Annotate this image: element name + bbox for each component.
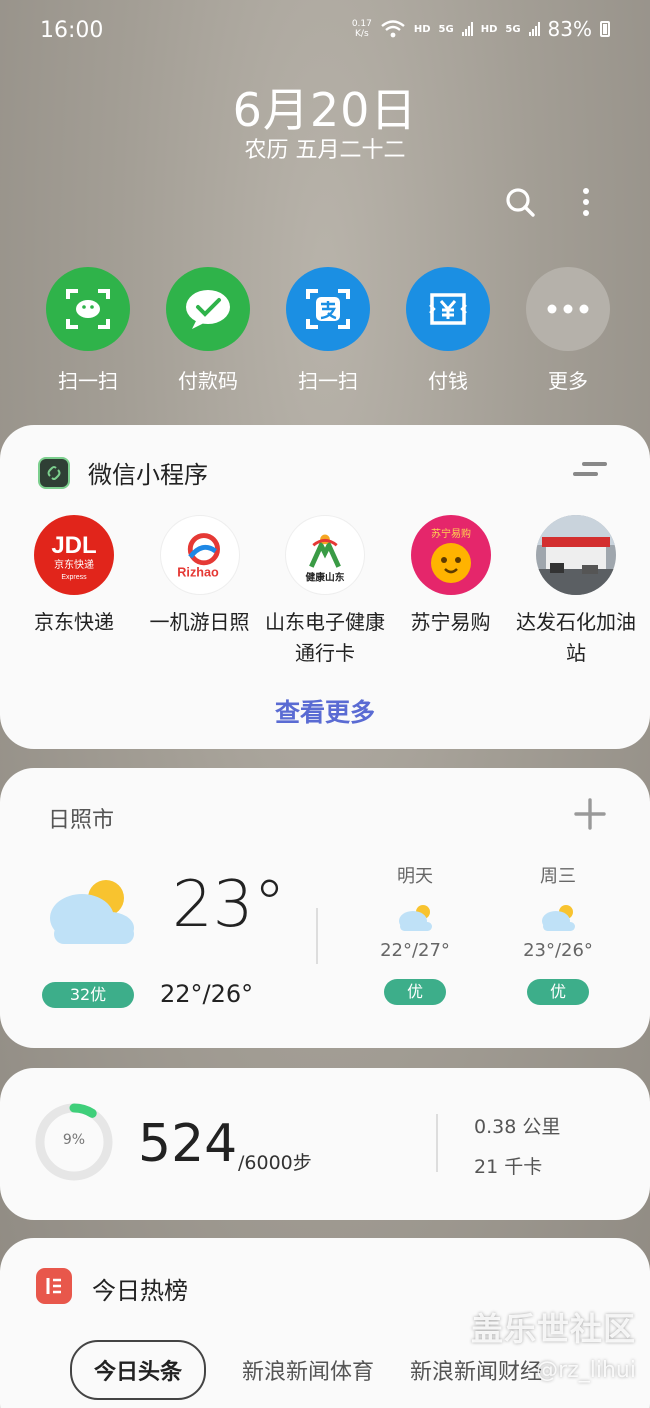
suning-logo-icon: 苏宁易购 [410, 515, 491, 595]
mini-app-label: 达发石化加油站 [516, 610, 636, 665]
drag-handle-icon[interactable] [572, 459, 608, 479]
jdl-logo-text: JDL [51, 532, 96, 559]
mini-program-logo-icon [38, 456, 70, 489]
net-speed-unit: K/s [355, 29, 369, 39]
rizhao-logo-icon: Rizhao [159, 515, 240, 595]
watermark-brand: 盖乐世社区 [470, 1310, 636, 1348]
tab-sina-sports[interactable]: 新浪新闻体育 [242, 1354, 374, 1386]
mini-app-label: 山东电子健康通行卡 [265, 610, 385, 665]
add-city-icon[interactable] [574, 798, 606, 830]
forecast-day: 周三 23°/26° 优 [498, 862, 618, 1005]
mini-app-label: 一机游日照 [149, 610, 250, 634]
signal-icon-1 [461, 22, 473, 36]
partly-cloudy-icon [399, 905, 432, 931]
hot-list-icon [36, 1268, 72, 1304]
battery-percent: 83% [547, 17, 592, 41]
steps-card[interactable]: 9% 524 /6000步 0.38 公里 21 千卡 [0, 1068, 650, 1220]
alipay-scan-icon [286, 267, 370, 351]
more-options-icon[interactable] [570, 186, 602, 218]
mini-programs-header: 微信小程序 [38, 455, 208, 490]
quick-action-wechat-pay[interactable]: 付款码 [148, 267, 268, 394]
health-shandong-logo-icon: 健康山东 [285, 515, 365, 595]
hot-list-title: 今日热榜 [92, 1277, 188, 1305]
steps-divider [436, 1114, 438, 1172]
tab-toutiao[interactable]: 今日头条 [70, 1340, 207, 1400]
status-bar: 16:00 0.17 K/s HD 5G HD 5G 83% [0, 0, 650, 62]
hd-badge-2: HD [480, 23, 498, 35]
steps-goal: /6000步 [238, 1152, 312, 1174]
jdl-logo-icon: JDL 京东快递 Express [34, 515, 114, 595]
quick-action-label: 付款码 [178, 369, 238, 393]
alipay-pay-icon [406, 267, 490, 351]
status-icons: 0.17 K/s HD 5G HD 5G 83% [352, 17, 610, 41]
health-logo-text: 健康山东 [306, 570, 345, 583]
weather-divider [316, 908, 318, 964]
steps-percent: 9% [62, 1132, 86, 1148]
see-more-link[interactable]: 查看更多 [0, 693, 650, 729]
mini-app-list: JDL 京东快递 Express 京东快递 Rizhao 一机游日照 健康山东 山东… [14, 515, 636, 669]
battery-icon [600, 21, 610, 37]
net-speed: 0.17 K/s [352, 19, 372, 39]
jdl-logo-sub2: Express [61, 574, 87, 581]
quick-action-alipay-scan[interactable]: 扫一扫 [268, 267, 388, 394]
signal-icon-2 [528, 22, 540, 36]
jdl-logo-sub: 京东快递 [54, 558, 94, 571]
quick-action-more[interactable]: 更多 [508, 267, 628, 394]
wechat-scan-icon [46, 267, 130, 351]
forecast-day: 明天 22°/27° 优 [355, 862, 475, 1005]
partly-cloudy-icon [50, 880, 134, 944]
gas-station-photo-icon [536, 515, 616, 595]
date-lunar: 农历 五月二十二 [244, 138, 406, 163]
quick-action-alipay-pay[interactable]: 付钱 [388, 267, 508, 394]
network-type-2: 5G [505, 23, 521, 35]
quick-action-label: 付钱 [428, 369, 468, 393]
wechat-pay-icon [166, 267, 250, 351]
mini-app-jdl[interactable]: JDL 京东快递 Express 京东快递 [14, 515, 134, 669]
today-temp-range: 22°/26° [160, 980, 254, 1008]
quick-actions: 扫一扫 付款码 扫一扫 付钱 更多 [28, 267, 628, 394]
hd-badge-1: HD [413, 23, 431, 35]
partly-cloudy-icon [542, 905, 575, 931]
watermark-user: @rz_lihui [536, 1358, 636, 1383]
quick-action-wechat-scan[interactable]: 扫一扫 [28, 267, 148, 394]
mini-app-health-card[interactable]: 健康山东 山东电子健康通行卡 [265, 515, 385, 669]
watermark: 盖乐世社区 @rz_lihui [471, 1304, 636, 1383]
mini-app-gas-station[interactable]: 达发石化加油站 [516, 515, 636, 669]
steps-calories: 21 千卡 [474, 1156, 543, 1178]
current-temperature: 23° [172, 868, 286, 942]
mini-app-label: 京东快递 [34, 610, 114, 634]
net-speed-value: 0.17 [351, 19, 372, 29]
mini-app-label: 苏宁易购 [410, 610, 491, 634]
mini-app-suning[interactable]: 苏宁易购 苏宁易购 [391, 515, 511, 669]
quick-action-label: 扫一扫 [298, 369, 358, 393]
network-type-1: 5G [438, 23, 454, 35]
forecast-range: 23°/26° [523, 940, 593, 961]
date-main: 6月20日 [232, 83, 418, 137]
suning-logo-text: 苏宁易购 [431, 527, 471, 540]
forecast-day-label: 明天 [397, 866, 433, 887]
steps-distance: 0.38 公里 [474, 1116, 561, 1138]
rizhao-logo-text: Rizhao [177, 565, 219, 579]
weather-city: 日照市 [48, 808, 115, 833]
mini-app-rizhao[interactable]: Rizhao 一机游日照 [140, 515, 260, 669]
mini-programs-card: 微信小程序 JDL 京东快递 Express 京东快递 Rizhao 一机游日照 健… [0, 425, 650, 749]
wifi-icon [381, 20, 405, 38]
more-icon [526, 267, 610, 351]
weather-card[interactable]: 日照市 23° 32优 22°/26° 明天 22°/27° 优 周三 23°/… [0, 768, 650, 1048]
steps-count: 524 [138, 1114, 238, 1174]
mini-programs-title: 微信小程序 [88, 461, 208, 489]
quick-action-label: 扫一扫 [58, 369, 118, 393]
status-time: 16:00 [40, 18, 104, 43]
forecast-quality-badge: 优 [527, 979, 589, 1005]
forecast-day-label: 周三 [540, 866, 576, 887]
forecast-quality-badge: 优 [384, 979, 446, 1005]
search-icon[interactable] [504, 186, 536, 218]
quick-action-label: 更多 [548, 369, 588, 393]
aqi-badge: 32优 [42, 982, 134, 1008]
forecast-range: 22°/27° [380, 940, 450, 961]
